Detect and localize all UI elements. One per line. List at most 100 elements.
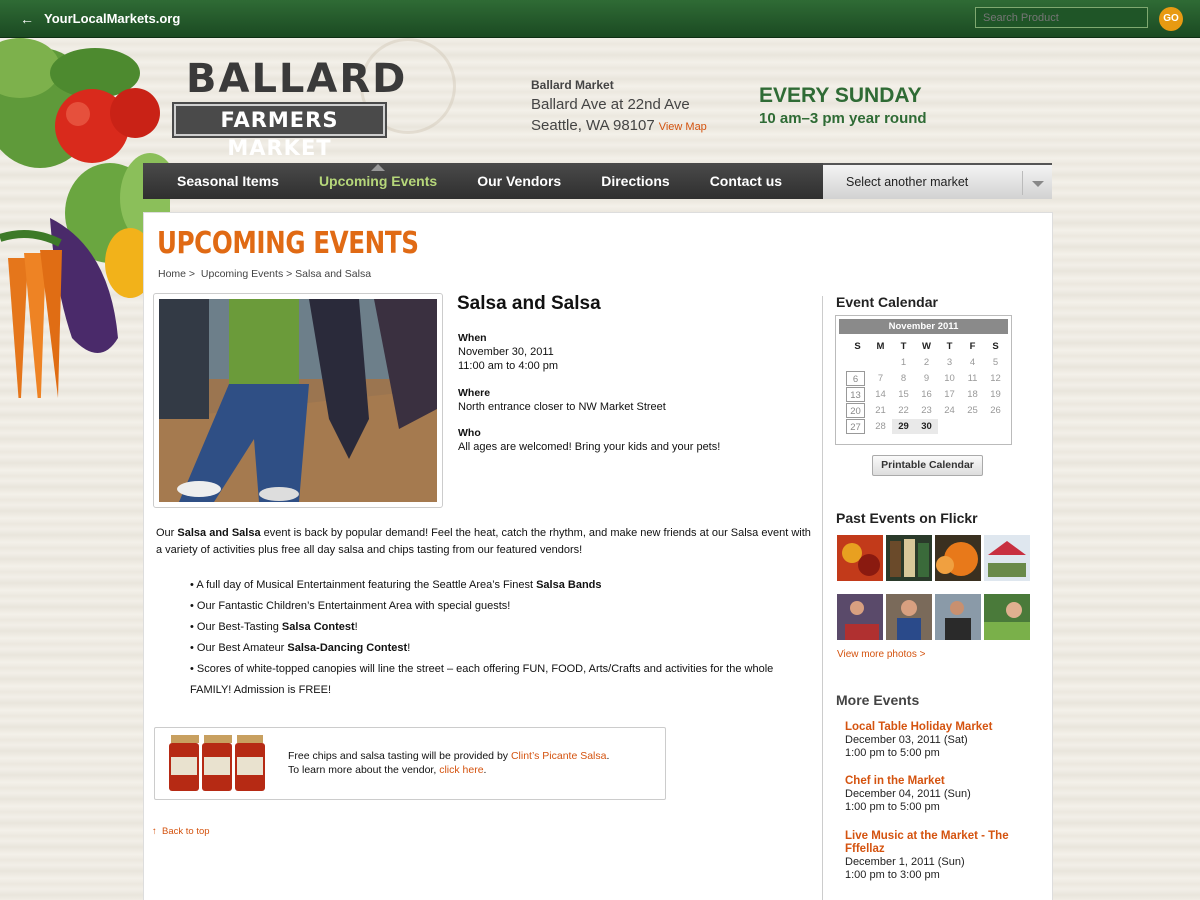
calendar-day[interactable]: 29: [892, 419, 915, 434]
where-value: North entrance closer to NW Market Stree…: [458, 401, 666, 413]
flickr-thumb[interactable]: [837, 535, 883, 581]
more-event-date: December 1, 2011 (Sun): [845, 856, 965, 868]
calendar-day[interactable]: 12: [984, 371, 1007, 386]
calendar-day[interactable]: 9: [915, 371, 938, 386]
market-name: Ballard Market: [531, 78, 614, 92]
event-when: When November 30, 2011 11:00 am to 4:00 …: [458, 331, 558, 373]
calendar-day[interactable]: 20: [846, 403, 865, 418]
when-date: November 30, 2011: [458, 346, 554, 358]
flickr-thumb[interactable]: [935, 594, 981, 640]
calendar-day[interactable]: 1: [892, 355, 915, 370]
calendar-day-header: S: [992, 341, 999, 352]
list-item: A full day of Musical Entertainment feat…: [190, 575, 810, 596]
nav-seasonal-items[interactable]: Seasonal Items: [143, 173, 299, 189]
go-button[interactable]: GO: [1159, 7, 1183, 31]
calendar-day[interactable]: 27: [846, 419, 865, 434]
nav-upcoming-events-label: Upcoming Events: [318, 173, 438, 189]
flickr-thumb[interactable]: [984, 535, 1030, 581]
calendar-day[interactable]: 23: [915, 403, 938, 418]
flickr-thumb[interactable]: [984, 594, 1030, 640]
flickr-thumb[interactable]: [837, 594, 883, 640]
breadcrumb: Home > Upcoming Events > Salsa and Salsa: [158, 268, 372, 280]
calendar-day[interactable]: 30: [915, 419, 938, 434]
more-event-item: Live Music at the Market - The Fffellaz …: [845, 830, 1020, 882]
calendar-day: [846, 355, 869, 370]
calendar-day[interactable]: 19: [984, 387, 1007, 402]
main-nav: Seasonal Items Upcoming Events Our Vendo…: [143, 163, 823, 199]
calendar-day[interactable]: 3: [938, 355, 961, 370]
calendar-day[interactable]: 26: [984, 403, 1007, 418]
view-map-link[interactable]: View Map: [659, 121, 707, 133]
more-event-time: 1:00 pm to 5:00 pm: [845, 747, 940, 759]
calendar-day[interactable]: 14: [869, 387, 892, 402]
event-where: Where North entrance closer to NW Market…: [458, 386, 666, 414]
calendar-day-header: T: [946, 341, 953, 352]
event-who: Who All ages are welcomed! Bring your ki…: [458, 426, 720, 454]
more-event-date: December 04, 2011 (Sun): [845, 788, 971, 800]
market-select[interactable]: Select another market: [823, 163, 1052, 199]
more-event-title[interactable]: Chef in the Market: [845, 775, 1020, 788]
more-event-time: 1:00 pm to 5:00 pm: [845, 801, 940, 813]
back-link[interactable]: ← YourLocalMarkets.org: [20, 11, 180, 27]
breadcrumb-events[interactable]: Upcoming Events: [201, 268, 283, 280]
list-item: Our Best-Tasting Salsa Contest!: [190, 617, 810, 638]
nav-contact-us[interactable]: Contact us: [690, 173, 802, 189]
salsa-jars-image: [169, 735, 265, 791]
calendar-day[interactable]: 25: [961, 403, 984, 418]
event-description: Our Salsa and Salsa event is back by pop…: [156, 527, 811, 556]
calendar-day[interactable]: 8: [892, 371, 915, 386]
calendar-day-header: F: [969, 341, 976, 352]
who-value: All ages are welcomed! Bring your kids a…: [458, 441, 721, 453]
search-input[interactable]: [975, 7, 1148, 28]
event-calendar: November 2011 S M T W T F S 1 2 3 4 5 6 7 8 9 10 11 12 13 14…: [835, 315, 1012, 445]
more-event-title[interactable]: Live Music at the Market - The Fffellaz: [845, 830, 1020, 856]
calendar-day[interactable]: 22: [892, 403, 915, 418]
event-highlights: A full day of Musical Entertainment feat…: [190, 575, 810, 701]
calendar-day[interactable]: 4: [961, 355, 984, 370]
vendor-link[interactable]: Clint’s Picante Salsa: [511, 750, 607, 762]
breadcrumb-home[interactable]: Home: [158, 268, 186, 280]
printable-calendar-button[interactable]: Printable Calendar: [872, 455, 983, 476]
calendar-day[interactable]: 28: [869, 419, 892, 434]
view-more-photos-link[interactable]: View more photos >: [837, 649, 925, 660]
flickr-thumb[interactable]: [886, 535, 932, 581]
nav-upcoming-events[interactable]: Upcoming Events: [299, 164, 457, 189]
calendar-day[interactable]: 24: [938, 403, 961, 418]
calendar-day[interactable]: 7: [869, 371, 892, 386]
calendar-day: [869, 355, 892, 370]
page-title: UPCOMING EVENTS: [157, 226, 419, 261]
calendar-day-header: S: [854, 341, 861, 352]
more-event-title[interactable]: Local Table Holiday Market: [845, 721, 1020, 734]
nav-our-vendors[interactable]: Our Vendors: [457, 173, 581, 189]
calendar-day[interactable]: 16: [915, 387, 938, 402]
where-label: Where: [458, 387, 491, 399]
calendar-day[interactable]: 21: [869, 403, 892, 418]
when-time: 11:00 am to 4:00 pm: [458, 360, 559, 372]
calendar-day[interactable]: 11: [961, 371, 984, 386]
back-arrow-icon: ←: [20, 10, 34, 27]
calendar-day[interactable]: 15: [892, 387, 915, 402]
market-logo[interactable]: BALLARD FARMERS MARKET: [172, 56, 408, 160]
flickr-thumb[interactable]: [886, 594, 932, 640]
more-event-item: Local Table Holiday Market December 03, …: [845, 721, 1020, 760]
calendar-day[interactable]: 6: [846, 371, 865, 386]
logo-line2: FARMERS MARKET: [172, 102, 387, 160]
flickr-thumb[interactable]: [935, 535, 981, 581]
market-select-label: Select another market: [846, 175, 969, 189]
calendar-day[interactable]: 2: [915, 355, 938, 370]
vendor-text: Free chips and salsa tasting will be pro…: [288, 750, 610, 776]
click-here-link[interactable]: click here: [439, 764, 483, 776]
nav-directions[interactable]: Directions: [581, 173, 689, 189]
calendar-day[interactable]: 10: [938, 371, 961, 386]
column-divider: [822, 296, 823, 900]
calendar-day[interactable]: 13: [846, 387, 865, 402]
calendar-day[interactable]: 18: [961, 387, 984, 402]
vendor-box: Free chips and salsa tasting will be pro…: [154, 727, 666, 800]
calendar-day[interactable]: 5: [984, 355, 1007, 370]
calendar-day[interactable]: 17: [938, 387, 961, 402]
calendar-day-header: M: [876, 341, 885, 352]
logo-line1: BALLARD: [186, 56, 408, 102]
dancers-image: [159, 299, 437, 502]
market-schedule: EVERY SUNDAY 10 am–3 pm year round: [759, 84, 927, 127]
back-to-top-link[interactable]: ↑ Back to top: [152, 826, 210, 837]
